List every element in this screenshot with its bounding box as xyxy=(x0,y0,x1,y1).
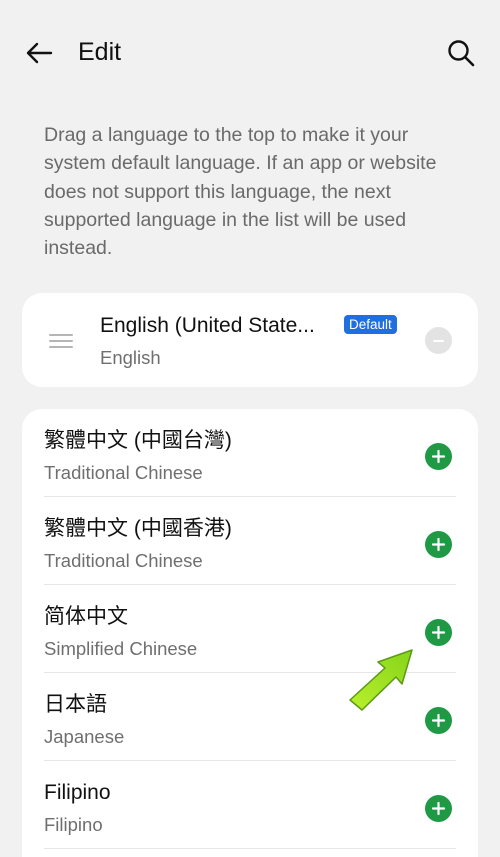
language-subtitle: Filipino xyxy=(44,814,103,835)
add-language-button[interactable] xyxy=(425,443,452,470)
language-subtitle: Traditional Chinese xyxy=(44,462,203,483)
language-row[interactable]: 繁體中文 (中國香港) Traditional Chinese xyxy=(22,497,478,585)
default-language-name: English (United State... xyxy=(100,314,315,337)
language-name: 日本語 xyxy=(44,693,107,716)
remove-language-button[interactable] xyxy=(425,327,452,354)
row-divider xyxy=(44,848,456,849)
search-icon xyxy=(448,40,475,67)
back-button[interactable] xyxy=(22,36,56,70)
plus-icon xyxy=(432,450,445,463)
drag-handle-icon[interactable] xyxy=(49,334,73,348)
instructions-text: Drag a language to the top to make it yo… xyxy=(44,124,437,260)
language-name: 繁體中文 (中國台灣) xyxy=(44,429,232,452)
language-subtitle: Traditional Chinese xyxy=(44,550,203,571)
default-badge: Default xyxy=(344,315,397,334)
page-title: Edit xyxy=(78,38,122,66)
plus-icon xyxy=(432,626,445,639)
language-name: Filipino xyxy=(44,781,111,804)
minus-icon xyxy=(433,339,444,342)
add-language-button[interactable] xyxy=(425,707,452,734)
language-list: 繁體中文 (中國台灣) Traditional Chinese 繁體中文 (中國… xyxy=(22,409,478,857)
search-button[interactable] xyxy=(444,36,478,70)
plus-icon xyxy=(432,538,445,551)
arrow-left-icon xyxy=(26,42,53,64)
plus-icon xyxy=(432,802,445,815)
add-language-button[interactable] xyxy=(425,531,452,558)
language-subtitle: Simplified Chinese xyxy=(44,638,198,659)
language-name: 简体中文 xyxy=(44,605,128,628)
top-bar: Edit xyxy=(0,0,500,100)
add-language-button[interactable] xyxy=(425,619,452,646)
language-row[interactable]: 日本語 Japanese xyxy=(22,673,478,761)
default-language-subtitle: English xyxy=(100,347,161,368)
language-name: 繁體中文 (中國香港) xyxy=(44,517,232,540)
default-language-card: English (United State... Default English xyxy=(22,293,478,387)
language-subtitle: Japanese xyxy=(44,726,125,747)
add-language-button[interactable] xyxy=(425,795,452,822)
language-edit-screen: Edit Drag a language to the top to make … xyxy=(0,0,500,857)
language-row[interactable]: 繁體中文 (中國台灣) Traditional Chinese xyxy=(22,409,478,497)
language-row[interactable]: Filipino Filipino xyxy=(22,761,478,849)
plus-icon xyxy=(432,714,445,727)
language-row[interactable]: 简体中文 Simplified Chinese xyxy=(22,585,478,673)
